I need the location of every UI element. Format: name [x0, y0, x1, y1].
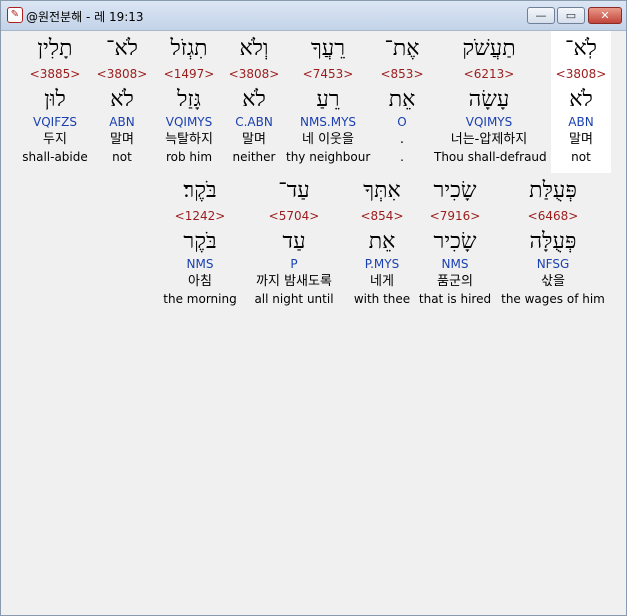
korean-gloss: 삯을: [541, 274, 565, 289]
hebrew-word: אֶת־: [384, 36, 420, 61]
korean-gloss: 말며: [110, 132, 134, 147]
lemma: לֹא: [110, 87, 134, 112]
strong-number[interactable]: <1497>: [156, 66, 222, 82]
hebrew-word: לֹֽא־: [565, 36, 597, 61]
morphology-code: VQIMYS: [165, 115, 213, 129]
korean-gloss: .: [399, 132, 405, 147]
korean-gloss: 말며: [569, 132, 593, 147]
english-gloss: the wages of him: [501, 292, 605, 306]
word-cell[interactable]: פְּעֻלַּת <6468> פְּעֻלָּה NFSG 삯을 the w…: [499, 173, 607, 315]
close-button[interactable]: ✕: [588, 7, 622, 24]
word-cell[interactable]: אִתְּךָ <854> אֵת P.MYS 네게 with thee: [351, 173, 413, 315]
lemma: בֹּקֶר: [183, 229, 217, 254]
verse-analysis-panel: לֹֽא־ <3808> לֹא ABN 말며 not תַעֲשֹׁק <62…: [2, 31, 626, 615]
korean-gloss: 두지: [43, 132, 67, 147]
word-cell[interactable]: תָלִין <3885> לוּן VQIFZS 두지 shall-abide: [18, 31, 92, 173]
strong-number[interactable]: <7453>: [286, 66, 370, 82]
lemma: רֵעַ: [316, 87, 340, 112]
hebrew-word: בֹּקֶר׃: [183, 178, 217, 203]
hebrew-word: עַד־: [278, 178, 310, 203]
english-gloss: the morning: [163, 292, 237, 306]
strong-number[interactable]: <3885>: [18, 66, 92, 82]
lemma: אֵת: [388, 87, 416, 112]
morphology-code: NMS: [441, 257, 469, 271]
app-window: ✎ @원전분해 - 레 19:13 — ▭ ✕ לֹֽא־ <3808> לֹא…: [0, 0, 627, 616]
english-gloss: not: [571, 150, 591, 164]
lemma: אֵת: [368, 229, 396, 254]
word-cell[interactable]: תַעֲשֹׁק <6213> עָשָׂה VQIMYS 너는-압제하지 Th…: [434, 31, 547, 173]
strong-number[interactable]: <3808>: [551, 66, 611, 82]
korean-gloss: 늑탈하지: [165, 132, 213, 147]
korean-gloss: 말며: [242, 132, 266, 147]
lemma: פְּעֻלָּה: [529, 229, 577, 254]
hebrew-word: פְּעֻלַּת: [529, 178, 577, 203]
korean-gloss: 네 이웃을: [302, 132, 354, 147]
morphology-code: VQIFZS: [33, 115, 77, 129]
hebrew-word: רֵעֲךָ: [310, 36, 346, 61]
strong-number[interactable]: <5704>: [244, 208, 344, 224]
hebrew-word: אִתְּךָ: [363, 178, 401, 203]
hebrew-word: וְלֹא: [239, 36, 269, 61]
word-cell[interactable]: לֹֽא־ <3808> לֹא ABN 말며 not: [551, 31, 611, 173]
english-gloss: all night until: [254, 292, 334, 306]
korean-gloss: 아침: [188, 274, 212, 289]
word-cell[interactable]: שָׂכִיר <7916> שָׂכִיר NMS 품군의 that is h…: [416, 173, 494, 315]
english-gloss: that is hired: [418, 292, 492, 306]
maximize-button[interactable]: ▭: [557, 7, 585, 24]
hebrew-word: תַעֲשֹׁק: [462, 36, 516, 61]
english-gloss: thy neighbour: [286, 150, 371, 164]
word-cell[interactable]: רֵעֲךָ <7453> רֵעַ NMS.MYS 네 이웃을 thy nei…: [286, 31, 370, 173]
word-cell[interactable]: בֹּקֶר׃ <1242> בֹּקֶר NMS 아침 the morning: [162, 173, 238, 315]
korean-gloss: 네게: [370, 274, 394, 289]
strong-number[interactable]: <6213>: [434, 66, 544, 82]
strong-number[interactable]: <6468>: [499, 208, 607, 224]
strong-number[interactable]: <853>: [373, 66, 431, 82]
lemma: שָׂכִיר: [433, 229, 477, 254]
lemma: גָּזַל: [177, 87, 201, 112]
morphology-code: C.ABN: [235, 115, 273, 129]
korean-gloss: 너는-압제하지: [450, 132, 528, 147]
morphology-code: P: [290, 257, 298, 271]
minimize-button[interactable]: —: [527, 7, 555, 24]
morphology-code: NMS.MYS: [299, 115, 357, 129]
morphology-code: ABN: [109, 115, 135, 129]
morphology-code: ABN: [568, 115, 594, 129]
lemma: לֹא: [569, 87, 593, 112]
app-logo-icon[interactable]: ✎: [7, 7, 23, 23]
english-gloss: Thou shall-defraud: [434, 150, 547, 164]
lemma: עַד: [282, 229, 306, 254]
strong-number[interactable]: <3808>: [226, 66, 282, 82]
english-gloss: not: [112, 150, 132, 164]
morphology-code: P.MYS: [364, 257, 400, 271]
strong-number[interactable]: <854>: [351, 208, 413, 224]
english-gloss: rob him: [165, 150, 213, 164]
word-cell[interactable]: עַד־ <5704> עַד P 까지 밤새도록 all night unti…: [244, 173, 344, 315]
lemma: לוּן: [44, 87, 66, 112]
english-gloss: neither: [232, 150, 276, 164]
korean-gloss: 품군의: [437, 274, 473, 289]
strong-number[interactable]: <7916>: [416, 208, 494, 224]
lemma: לֹא: [242, 87, 266, 112]
strong-number[interactable]: <3808>: [94, 66, 150, 82]
english-gloss: with thee: [353, 292, 411, 306]
hebrew-word: תִגְזֹל: [170, 36, 208, 61]
lemma: עָשָׂה: [468, 87, 510, 112]
strong-number[interactable]: <1242>: [162, 208, 238, 224]
word-cell[interactable]: תִגְזֹל <1497> גָּזַל VQIMYS 늑탈하지 rob hi…: [156, 31, 222, 173]
korean-gloss: 까지 밤새도록: [256, 274, 332, 289]
hebrew-word: לֹא־: [106, 36, 138, 61]
morphology-code: NFSG: [536, 257, 570, 271]
morphology-code: NMS: [186, 257, 214, 271]
hebrew-word: תָלִין: [37, 36, 73, 61]
morphology-code: O: [397, 115, 407, 129]
morphology-code: VQIMYS: [465, 115, 513, 129]
title-bar[interactable]: ✎ @원전분해 - 레 19:13 — ▭ ✕: [1, 1, 626, 31]
word-cell[interactable]: לֹא־ <3808> לֹא ABN 말며 not: [94, 31, 150, 173]
hebrew-word: שָׂכִיר: [433, 178, 477, 203]
word-cell[interactable]: וְלֹא <3808> לֹא C.ABN 말며 neither: [226, 31, 282, 173]
window-title: @원전분해 - 레 19:13: [26, 10, 144, 24]
english-gloss: .: [400, 150, 404, 164]
word-cell[interactable]: אֶת־ <853> אֵת O . .: [373, 31, 431, 173]
english-gloss: shall-abide: [22, 150, 88, 164]
